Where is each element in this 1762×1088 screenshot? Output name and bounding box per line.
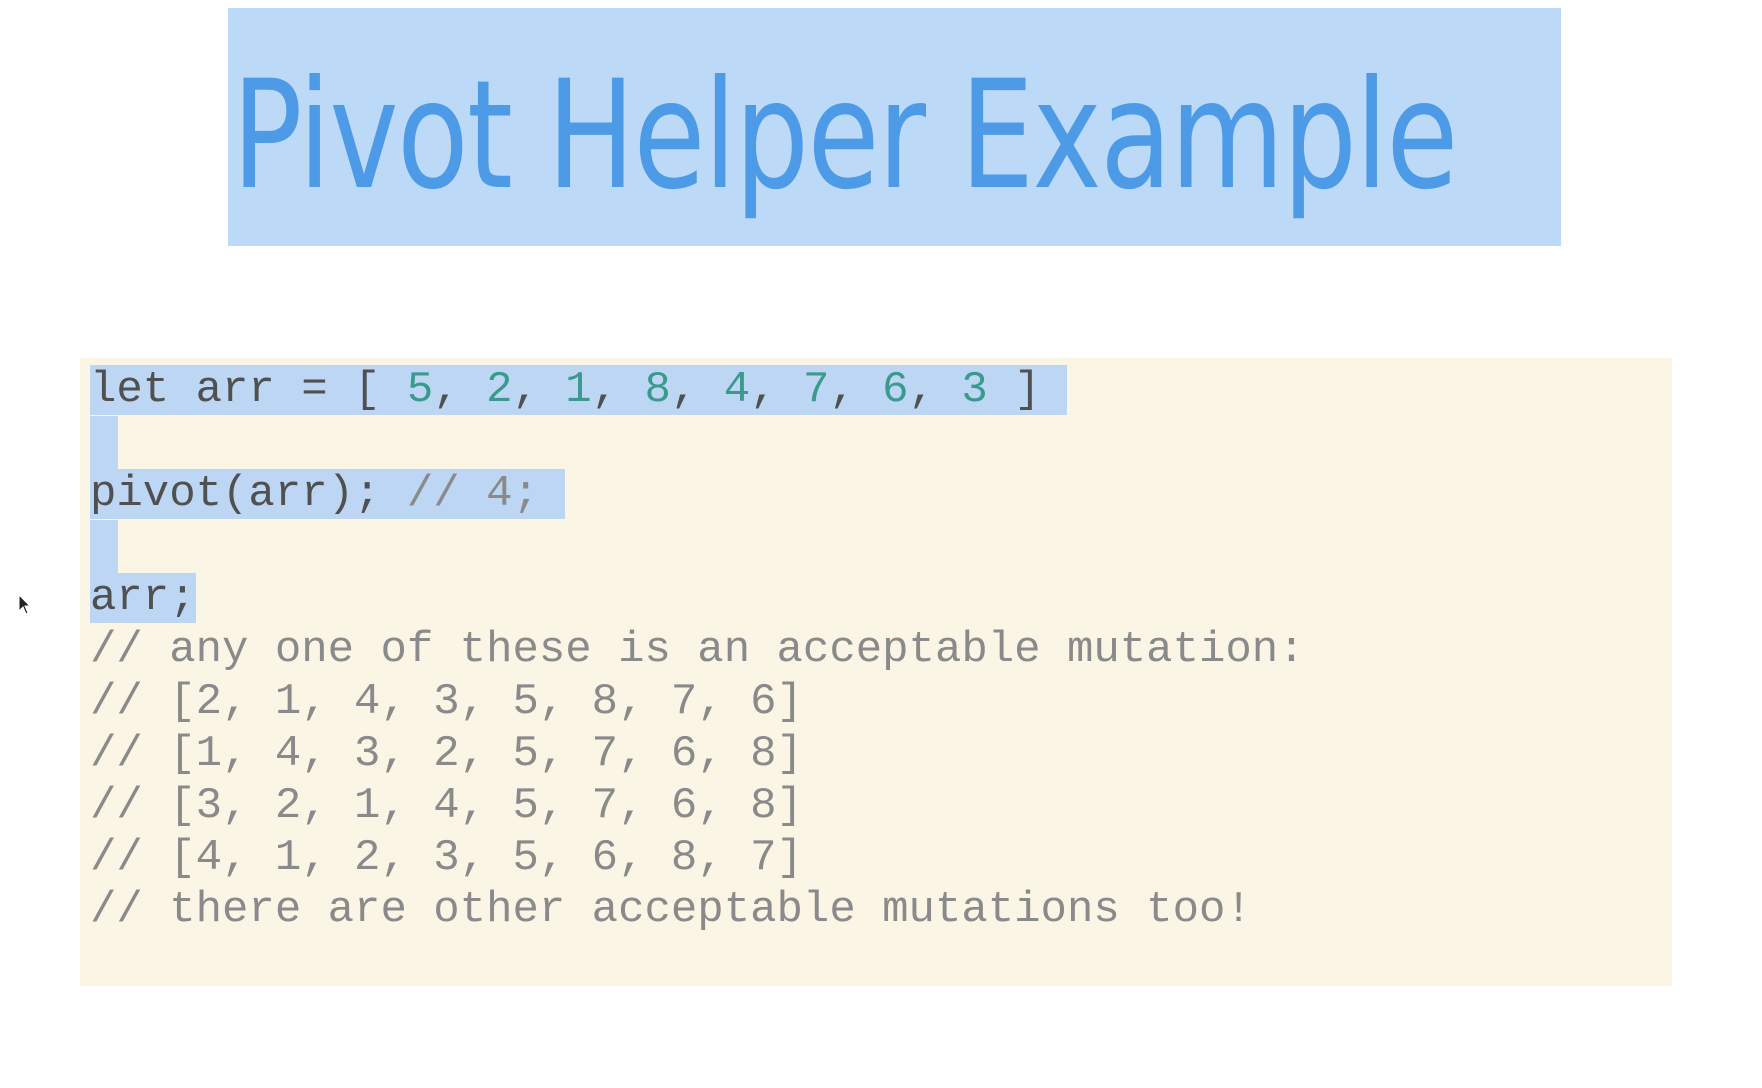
array-number: 5 [406,365,434,415]
declaration-suffix: ] [987,365,1041,415]
pivot-call: pivot(arr); [90,469,407,519]
array-number: 7 [802,365,830,415]
selection-gap [90,416,118,470]
code-line-pivot-call: pivot(arr); // 4; [90,468,566,520]
array-number: 3 [961,365,988,415]
comment-line: // [2, 1, 4, 3, 5, 8, 7, 6] [90,677,803,727]
code-line-arr: arr; [90,572,196,624]
array-number: 4 [723,365,751,415]
selected-pivot-call: pivot(arr); // 4; [90,469,566,519]
selected-declaration: let arr = [ 5, 2, 1, 8, 4, 7, 6, 3 ] [90,365,1068,415]
comment-line: // there are other acceptable mutations … [90,885,1252,935]
array-number: 8 [644,365,671,415]
comment-line: // [4, 1, 2, 3, 5, 6, 8, 7] [90,833,803,883]
declaration-prefix: let arr = [ [90,365,407,415]
array-number: 6 [882,365,909,415]
code-block: let arr = [ 5, 2, 1, 8, 4, 7, 6, 3 ] piv… [80,358,1672,986]
selection-gap [90,520,118,574]
comment-line: // [1, 4, 3, 2, 5, 7, 6, 8] [90,729,803,779]
slide-title: Pivot Helper Example [228,8,1561,246]
comment-line: // any one of these is an acceptable mut… [90,625,1305,675]
mouse-pointer-icon [18,594,32,615]
array-number: 1 [565,365,592,415]
code-line-array-declaration: let arr = [ 5, 2, 1, 8, 4, 7, 6, 3 ] [90,364,1068,416]
slide-title-text: Pivot Helper Example [232,49,1458,223]
arr-statement: arr; [90,573,196,623]
pivot-return-comment: // 4; [406,469,539,519]
comment-line: // [3, 2, 1, 4, 5, 7, 6, 8] [90,781,803,831]
array-number: 2 [486,365,513,415]
